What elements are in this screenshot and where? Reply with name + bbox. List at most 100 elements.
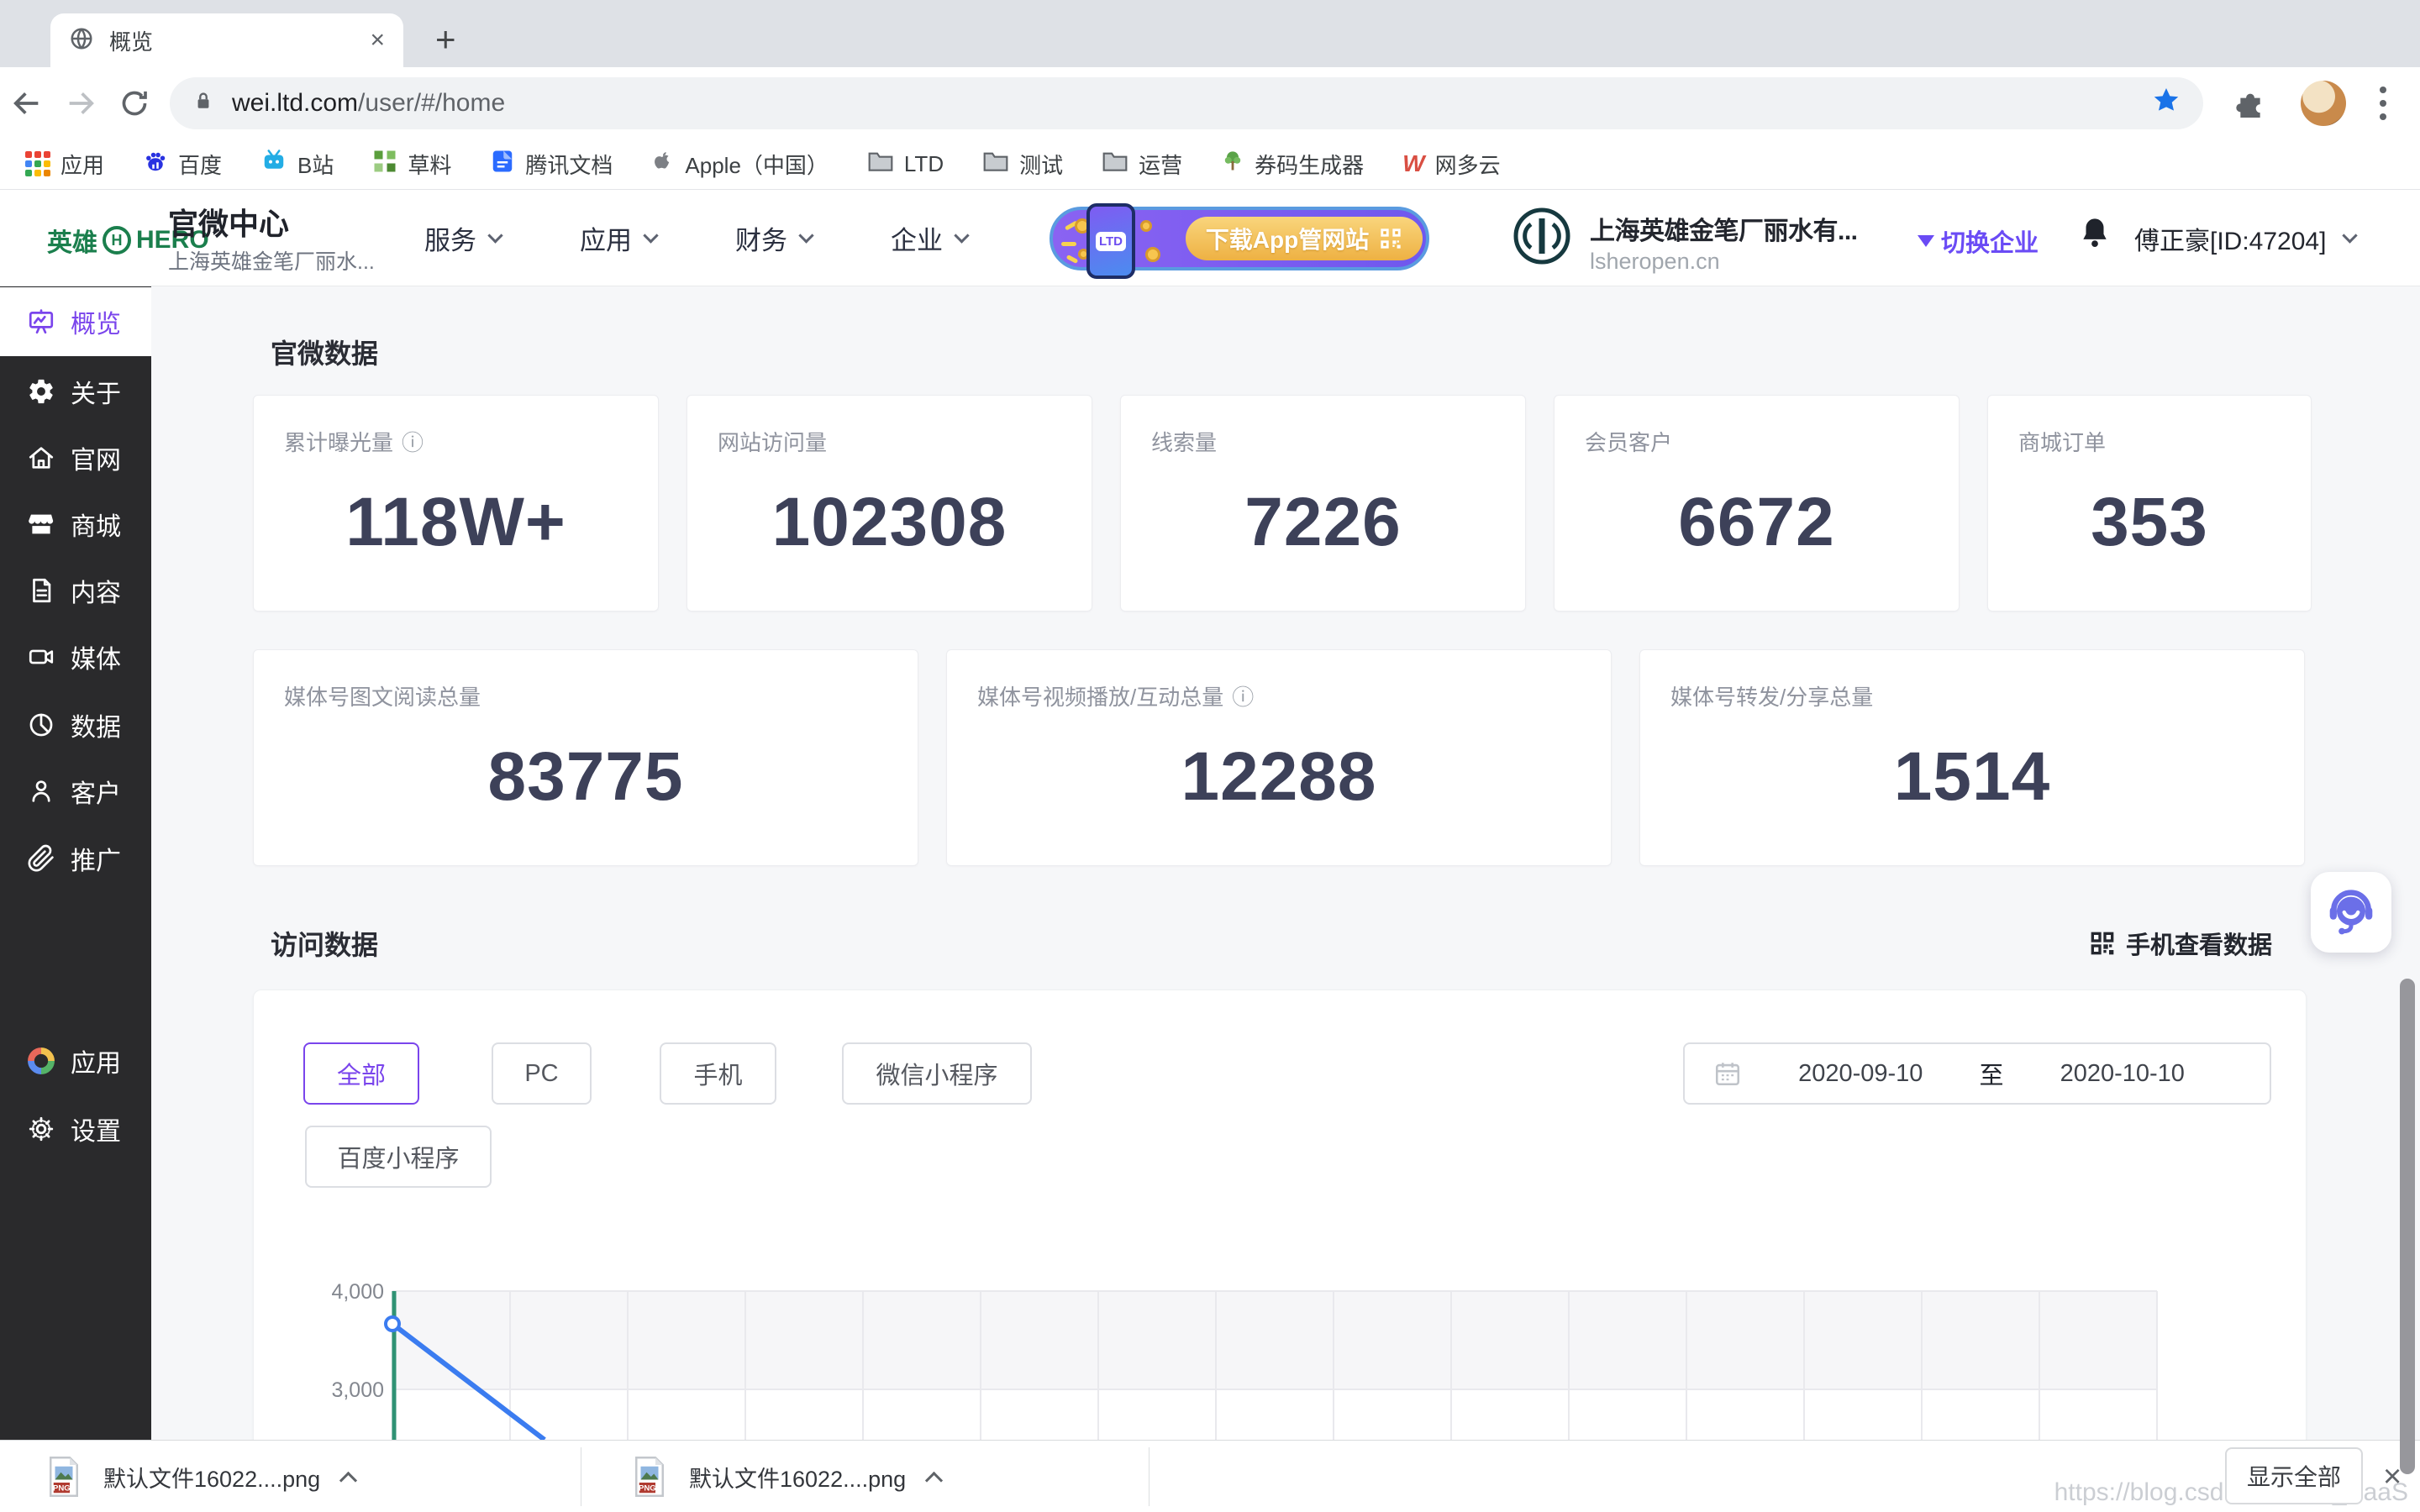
bookmark-star-icon[interactable] <box>2151 86 2181 120</box>
switch-company-link[interactable]: 切换企业 <box>1918 223 2039 259</box>
reload-icon[interactable] <box>108 87 161 120</box>
stat-card-article-reads: 媒体号图文阅读总量 83775 <box>253 649 918 866</box>
baidu-paw-icon <box>143 149 168 180</box>
content-doc-icon <box>33 578 51 603</box>
show-all-button[interactable]: 显示全部 <box>2225 1447 2363 1504</box>
filter-wechat-miniprogram[interactable]: 微信小程序 <box>842 1042 1032 1105</box>
caret-up-icon[interactable] <box>339 1471 358 1489</box>
overview-icon <box>29 309 54 334</box>
stat-card-leads: 线索量 7226 <box>1120 395 1526 612</box>
support-chat-button[interactable] <box>2311 872 2391 953</box>
filter-mobile[interactable]: 手机 <box>660 1042 776 1105</box>
section-title-weixin-data: 官微数据 <box>271 339 379 369</box>
png-file-icon: PNG <box>635 1457 664 1497</box>
apps-colorwheel-icon <box>28 1047 55 1074</box>
folder-icon <box>867 150 894 179</box>
chevron-down-icon <box>954 228 970 244</box>
promotion-clip-icon <box>28 844 54 872</box>
caret-up-icon[interactable] <box>925 1471 944 1489</box>
stat-card-site-visits: 网站访问量 102308 <box>687 395 1092 612</box>
bookmark-folder-ltd[interactable]: LTD <box>867 150 944 179</box>
nav-enterprise[interactable]: 企业 <box>891 219 970 257</box>
bookmark-caoliao[interactable]: 草料 <box>372 149 451 180</box>
calendar-icon <box>1715 1063 1740 1086</box>
sidebar-item-about[interactable]: 关于 <box>0 357 151 426</box>
bookmark-coupon-gen[interactable]: 券码生成器 <box>1221 149 1364 180</box>
bookmark-baidu[interactable]: 百度 <box>143 149 222 180</box>
stat-card-members: 会员客户 6672 <box>1554 395 1960 612</box>
bookmark-apple[interactable]: Apple（中国） <box>651 149 829 180</box>
sidebar-item-content[interactable]: 内容 <box>0 556 151 625</box>
bookmark-wangduoyun[interactable]: W 网多云 <box>1402 149 1500 180</box>
page-subtitle: 上海英雄金笔厂丽水... <box>168 250 375 274</box>
chart-band <box>392 1291 2157 1389</box>
sidebar-item-website[interactable]: 官网 <box>0 423 151 492</box>
filter-baidu-miniprogram[interactable]: 百度小程序 <box>305 1126 492 1188</box>
nav-services[interactable]: 服务 <box>424 219 503 257</box>
sidebar-item-settings[interactable]: 设置 <box>0 1095 151 1163</box>
qr-icon <box>2091 932 2114 955</box>
sidebar-item-mall[interactable]: 商城 <box>0 490 151 559</box>
downloads-close-icon[interactable]: × <box>2383 1459 2402 1495</box>
nav-apps[interactable]: 应用 <box>580 219 659 257</box>
chevron-down-icon <box>643 228 659 244</box>
download-item-2[interactable]: PNG 默认文件16022....png <box>632 1441 944 1512</box>
divider <box>1149 1447 1150 1506</box>
data-point-marker <box>384 1315 401 1332</box>
back-icon[interactable] <box>0 87 54 120</box>
bookmark-apps[interactable]: 应用 <box>25 149 104 180</box>
w-red-icon: W <box>1402 150 1425 176</box>
extensions-puzzle-icon[interactable] <box>2233 84 2267 122</box>
info-icon[interactable]: ⓘ <box>402 426 424 457</box>
scrollbar-thumb[interactable] <box>2400 979 2415 1474</box>
bookmark-folder-test[interactable]: 测试 <box>982 149 1063 180</box>
nav-finance[interactable]: 财务 <box>735 219 814 257</box>
section-title-visits: 访问数据 <box>271 930 379 960</box>
bilibili-icon <box>260 149 287 180</box>
tab-close-icon[interactable]: × <box>370 26 385 55</box>
stat-card-exposure: 累计曝光量 ⓘ 118W+ <box>253 395 659 612</box>
date-range-picker[interactable]: 2020-09-10 至 2020-10-10 <box>1683 1042 2271 1105</box>
app-download-banner[interactable]: LTD 下载App管网站 <box>1050 203 1429 279</box>
sidebar-item-apps[interactable]: 应用 <box>0 1026 151 1095</box>
profile-avatar[interactable] <box>2301 80 2346 126</box>
downloads-bar: PNG 默认文件16022....png PNG 默认文件16022....pn… <box>0 1440 2420 1512</box>
phone-graphic: LTD <box>1086 203 1135 279</box>
sidebar-item-promotion[interactable]: 推广 <box>0 824 151 893</box>
sidebar-item-data[interactable]: 数据 <box>0 690 151 759</box>
browser-tab-bar: 概览 × + <box>0 0 2420 67</box>
stats-row-1: 累计曝光量 ⓘ 118W+ 网站访问量 102308 线索量 7226 会员客户 … <box>253 395 2312 612</box>
mobile-view-data-link[interactable]: 手机查看数据 <box>2089 926 2272 961</box>
browser-toolbar: wei.ltd.com/user/#/home <box>0 67 2420 139</box>
chevron-down-icon <box>798 228 814 244</box>
bookmark-folder-ops[interactable]: 运营 <box>1102 149 1182 180</box>
settings-gear-icon <box>29 1116 54 1142</box>
sparkle <box>1065 255 1079 264</box>
browser-tab[interactable]: 概览 × <box>50 13 403 67</box>
forward-icon[interactable] <box>54 87 108 120</box>
globe-favicon-icon <box>69 26 94 55</box>
stat-card-video-plays: 媒体号视频播放/互动总量 ⓘ 12288 <box>946 649 1612 866</box>
date-to: 2020-10-10 <box>2060 1059 2185 1087</box>
download-item-1[interactable]: PNG 默认文件16022....png <box>46 1441 358 1512</box>
company-logo <box>1511 205 1573 271</box>
filter-pc[interactable]: PC <box>492 1042 592 1105</box>
bookmark-tencent-docs[interactable]: 腾讯文档 <box>490 149 613 180</box>
sidebar-item-media[interactable]: 媒体 <box>0 622 151 691</box>
address-bar[interactable]: wei.ltd.com/user/#/home <box>170 76 2203 129</box>
info-icon[interactable]: ⓘ <box>1232 680 1254 711</box>
sparkle <box>1061 242 1076 246</box>
user-menu[interactable]: 傅正豪[ID:47204] <box>2134 190 2359 286</box>
triangle-down-icon <box>1918 235 1934 247</box>
sidebar-item-overview[interactable]: 概览 <box>0 287 151 356</box>
y-tick-4000: 4,000 <box>331 1280 384 1304</box>
filter-all[interactable]: 全部 <box>303 1042 419 1105</box>
url-text: wei.ltd.com/user/#/home <box>232 89 505 118</box>
sidebar-item-customer[interactable]: 客户 <box>0 757 151 826</box>
new-tab-button[interactable]: + <box>435 22 456 57</box>
browser-menu-icon[interactable] <box>2380 86 2386 120</box>
notification-bell-icon[interactable] <box>2077 215 2112 255</box>
stat-value: 353 <box>2091 483 2208 560</box>
download-app-button[interactable]: 下载App管网站 <box>1186 217 1423 260</box>
bookmark-bilibili[interactable]: B站 <box>260 149 334 180</box>
